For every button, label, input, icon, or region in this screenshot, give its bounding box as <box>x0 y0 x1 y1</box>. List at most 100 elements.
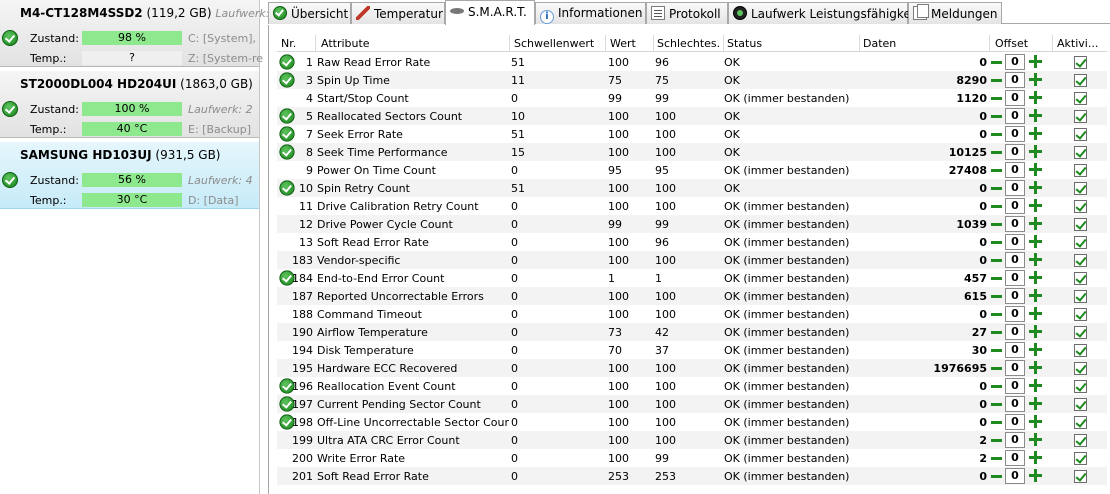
tab-temperatur[interactable]: Temperatur <box>351 2 445 24</box>
table-row[interactable]: 200 Write Error Rate 0 100 99 OK (immer besta… <box>277 449 1107 467</box>
offset-minus-icon[interactable] <box>991 254 1002 266</box>
active-checkbox[interactable] <box>1074 56 1087 69</box>
active-checkbox[interactable] <box>1074 416 1087 429</box>
table-row[interactable]: 188 Command Timeout 0 100 100 OK (immer besta… <box>277 305 1107 323</box>
table-row[interactable]: 197 Current Pending Sector Count 0 100 100 OK… <box>277 395 1107 413</box>
active-checkbox[interactable] <box>1074 164 1087 177</box>
offset-minus-icon[interactable] <box>991 74 1002 86</box>
active-checkbox[interactable] <box>1074 74 1087 87</box>
offset-value[interactable]: 0 <box>1005 270 1025 286</box>
offset-minus-icon[interactable] <box>991 128 1002 140</box>
active-checkbox[interactable] <box>1074 344 1087 357</box>
col-header-worst[interactable]: Schlechtes... <box>657 37 721 50</box>
offset-plus-icon[interactable] <box>1029 73 1042 86</box>
active-checkbox[interactable] <box>1074 452 1087 465</box>
offset-value[interactable]: 0 <box>1005 90 1025 106</box>
active-checkbox[interactable] <box>1074 236 1087 249</box>
offset-value[interactable]: 0 <box>1005 126 1025 142</box>
offset-minus-icon[interactable] <box>991 92 1002 104</box>
table-row[interactable]: 5 Reallocated Sectors Count 10 100 100 OK 0 0 <box>277 107 1107 125</box>
table-row[interactable]: 184 End-to-End Error Count 0 1 1 OK (immer be… <box>277 269 1107 287</box>
col-header-nr[interactable]: Nr. <box>281 37 296 50</box>
active-checkbox[interactable] <box>1074 128 1087 141</box>
active-checkbox[interactable] <box>1074 182 1087 195</box>
offset-value[interactable]: 0 <box>1005 396 1025 412</box>
offset-value[interactable]: 0 <box>1005 450 1025 466</box>
table-row[interactable]: 195 Hardware ECC Recovered 0 100 100 OK (imme… <box>277 359 1107 377</box>
table-row[interactable]: 11 Drive Calibration Retry Count 0 100 100 OK… <box>277 197 1107 215</box>
offset-value[interactable]: 0 <box>1005 288 1025 304</box>
offset-plus-icon[interactable] <box>1029 343 1042 356</box>
drive-item-st2000[interactable]: ST2000DL004 HD204UI (1863,0 GB) Zustand:… <box>0 71 259 138</box>
col-header-attribute[interactable]: Attribute <box>321 37 370 50</box>
offset-minus-icon[interactable] <box>991 344 1002 356</box>
offset-plus-icon[interactable] <box>1029 415 1042 428</box>
offset-minus-icon[interactable] <box>991 236 1002 248</box>
offset-value[interactable]: 0 <box>1005 324 1025 340</box>
table-row[interactable]: 8 Seek Time Performance 15 100 100 OK 10125 0 <box>277 143 1107 161</box>
offset-minus-icon[interactable] <box>991 416 1002 428</box>
tab-laufwerk-leistungsfaehigkeit[interactable]: Laufwerk Leistungsfähigkeit <box>728 2 919 24</box>
offset-value[interactable]: 0 <box>1005 378 1025 394</box>
tab-meldungen[interactable]: Meldungen <box>908 2 1002 24</box>
offset-value[interactable]: 0 <box>1005 108 1025 124</box>
offset-minus-icon[interactable] <box>991 326 1002 338</box>
table-row[interactable]: 201 Soft Read Error Rate 0 253 253 OK (immer … <box>277 467 1107 485</box>
table-row[interactable]: 198 Off-Line Uncorrectable Sector Count 0 1… <box>277 413 1107 431</box>
offset-plus-icon[interactable] <box>1029 55 1042 68</box>
offset-value[interactable]: 0 <box>1005 414 1025 430</box>
drive-item-m4[interactable]: M4-CT128M4SSD2 (119,2 GB) Laufwerk: 1 Zu… <box>0 0 280 67</box>
offset-plus-icon[interactable] <box>1029 217 1042 230</box>
table-row[interactable]: 13 Soft Read Error Rate 0 100 96 OK (immer be… <box>277 233 1107 251</box>
active-checkbox[interactable] <box>1074 470 1087 483</box>
offset-minus-icon[interactable] <box>991 272 1002 284</box>
offset-value[interactable]: 0 <box>1005 144 1025 160</box>
active-checkbox[interactable] <box>1074 308 1087 321</box>
offset-minus-icon[interactable] <box>991 200 1002 212</box>
col-header-active[interactable]: Aktivi... <box>1057 37 1098 50</box>
offset-value[interactable]: 0 <box>1005 360 1025 376</box>
table-row[interactable]: 183 Vendor-specific 0 100 100 OK (immer besta… <box>277 251 1107 269</box>
col-header-data[interactable]: Daten <box>863 37 896 50</box>
drive-item-samsung[interactable]: SAMSUNG HD103UJ (931,5 GB) Zustand: 56 %… <box>0 142 259 209</box>
offset-plus-icon[interactable] <box>1029 289 1042 302</box>
offset-plus-icon[interactable] <box>1029 307 1042 320</box>
offset-minus-icon[interactable] <box>991 362 1002 374</box>
offset-minus-icon[interactable] <box>991 218 1002 230</box>
table-row[interactable]: 1 Raw Read Error Rate 51 100 96 OK 0 0 <box>277 53 1107 71</box>
offset-minus-icon[interactable] <box>991 164 1002 176</box>
offset-plus-icon[interactable] <box>1029 451 1042 464</box>
tab-informationen[interactable]: i Informationen <box>535 2 646 24</box>
offset-plus-icon[interactable] <box>1029 91 1042 104</box>
active-checkbox[interactable] <box>1074 92 1087 105</box>
active-checkbox[interactable] <box>1074 434 1087 447</box>
offset-minus-icon[interactable] <box>991 380 1002 392</box>
tab-uebersicht[interactable]: Übersicht <box>268 2 351 24</box>
offset-plus-icon[interactable] <box>1029 109 1042 122</box>
offset-plus-icon[interactable] <box>1029 361 1042 374</box>
offset-plus-icon[interactable] <box>1029 379 1042 392</box>
col-header-offset[interactable]: Offset <box>995 37 1028 50</box>
table-row[interactable]: 9 Power On Time Count 0 95 95 OK (immer besta… <box>277 161 1107 179</box>
offset-value[interactable]: 0 <box>1005 306 1025 322</box>
offset-plus-icon[interactable] <box>1029 397 1042 410</box>
active-checkbox[interactable] <box>1074 398 1087 411</box>
table-row[interactable]: 12 Drive Power Cycle Count 0 99 99 OK (immer … <box>277 215 1107 233</box>
offset-value[interactable]: 0 <box>1005 468 1025 484</box>
active-checkbox[interactable] <box>1074 272 1087 285</box>
active-checkbox[interactable] <box>1074 200 1087 213</box>
table-row[interactable]: 4 Start/Stop Count 0 99 99 OK (immer bestande… <box>277 89 1107 107</box>
col-header-value[interactable]: Wert <box>610 37 636 50</box>
offset-plus-icon[interactable] <box>1029 433 1042 446</box>
table-row[interactable]: 194 Disk Temperature 0 70 37 OK (immer bestan… <box>277 341 1107 359</box>
table-row[interactable]: 187 Reported Uncorrectable Errors 0 100 100 O… <box>277 287 1107 305</box>
offset-plus-icon[interactable] <box>1029 145 1042 158</box>
offset-plus-icon[interactable] <box>1029 199 1042 212</box>
offset-value[interactable]: 0 <box>1005 342 1025 358</box>
offset-minus-icon[interactable] <box>991 470 1002 482</box>
offset-minus-icon[interactable] <box>991 434 1002 446</box>
offset-value[interactable]: 0 <box>1005 234 1025 250</box>
offset-plus-icon[interactable] <box>1029 325 1042 338</box>
table-row[interactable]: 10 Spin Retry Count 51 100 100 OK 0 0 <box>277 179 1107 197</box>
offset-minus-icon[interactable] <box>991 56 1002 68</box>
